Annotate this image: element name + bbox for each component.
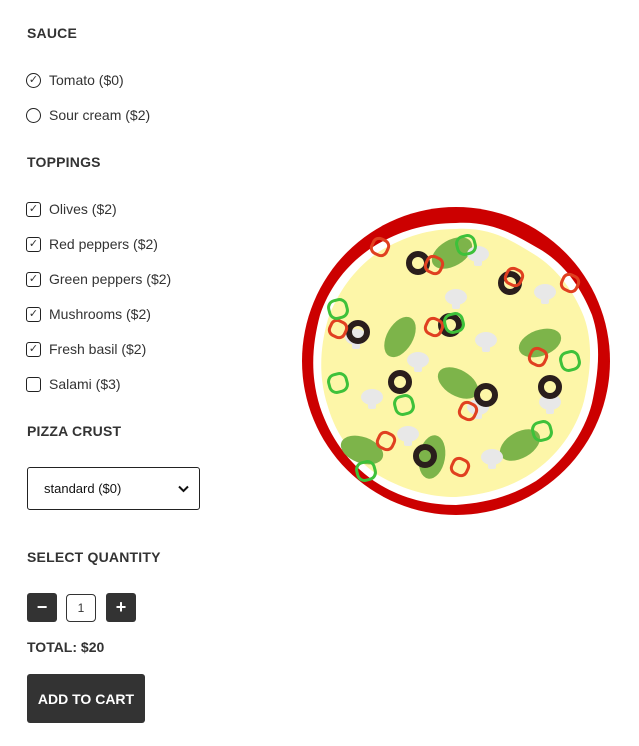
quantity-heading: SELECT QUANTITY — [27, 549, 161, 565]
increase-quantity-button[interactable]: + — [106, 593, 136, 622]
add-to-cart-button[interactable]: ADD TO CART — [27, 674, 145, 723]
decrease-quantity-button[interactable]: − — [27, 593, 57, 622]
chevron-down-icon — [178, 481, 189, 496]
mushroom-stem — [488, 459, 496, 469]
sauce-option-label: Sour cream ($2) — [49, 107, 151, 123]
mushroom-stem — [474, 256, 482, 266]
topping-label: Green peppers ($2) — [49, 271, 172, 287]
mushroom-stem — [482, 342, 490, 352]
pizza-preview-image — [302, 207, 610, 515]
topping-fresh-basil[interactable]: ✓ Fresh basil ($2) — [26, 339, 146, 359]
mushroom-stem — [404, 436, 412, 446]
mushroom-stem — [546, 404, 554, 414]
sauce-option-label: Tomato ($0) — [49, 72, 124, 88]
mushroom-stem — [414, 362, 422, 372]
checkbox-unchecked-icon[interactable] — [26, 376, 41, 392]
topping-olives[interactable]: ✓ Olives ($2) — [26, 199, 117, 219]
topping-mushrooms[interactable]: ✓ Mushrooms ($2) — [26, 304, 151, 324]
topping-label: Mushrooms ($2) — [49, 306, 151, 322]
crust-select-value: standard ($0) — [44, 481, 122, 496]
checkbox-checked-icon[interactable]: ✓ — [26, 306, 41, 322]
radio-checked-icon[interactable]: ✓ — [26, 72, 41, 88]
sauce-heading: SAUCE — [27, 25, 78, 41]
topping-label: Olives ($2) — [49, 201, 117, 217]
sauce-option-sour-cream[interactable]: Sour cream ($2) — [26, 105, 150, 125]
mushroom-stem — [368, 399, 376, 409]
mushroom-stem — [541, 294, 549, 304]
topping-salami[interactable]: Salami ($3) — [26, 374, 121, 394]
crust-select[interactable]: standard ($0) — [27, 467, 200, 510]
topping-red-peppers[interactable]: ✓ Red peppers ($2) — [26, 234, 158, 254]
checkbox-checked-icon[interactable]: ✓ — [26, 236, 41, 252]
topping-label: Red peppers ($2) — [49, 236, 158, 252]
radio-unchecked-icon[interactable] — [26, 107, 41, 123]
crust-heading: PIZZA CRUST — [27, 423, 122, 439]
topping-label: Fresh basil ($2) — [49, 341, 147, 357]
topping-green-peppers[interactable]: ✓ Green peppers ($2) — [26, 269, 171, 289]
total-price: TOTAL: $20 — [27, 639, 105, 655]
mushroom-stem — [452, 299, 460, 309]
topping-label: Salami ($3) — [49, 376, 121, 392]
checkbox-checked-icon[interactable]: ✓ — [26, 341, 41, 357]
toppings-heading: TOPPINGS — [27, 154, 101, 170]
sauce-option-tomato[interactable]: ✓ Tomato ($0) — [26, 70, 124, 90]
quantity-input[interactable]: 1 — [66, 594, 96, 622]
checkbox-checked-icon[interactable]: ✓ — [26, 271, 41, 287]
checkbox-checked-icon[interactable]: ✓ — [26, 201, 41, 217]
